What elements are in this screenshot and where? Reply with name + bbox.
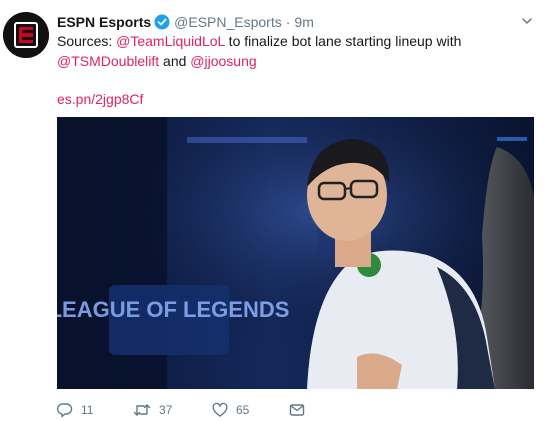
retweet-button[interactable]: 37 <box>133 400 172 420</box>
avatar[interactable] <box>3 12 49 58</box>
retweet-icon <box>133 404 151 416</box>
tweet-link-line: es.pn/2jgp8Cf <box>57 89 143 109</box>
media-photo: LEAGUE OF LEGENDS <box>57 117 534 389</box>
tweet-card[interactable]: ESPN Esports @ESPN_Esports · 9m Sources:… <box>0 0 550 421</box>
chevron-down-icon[interactable] <box>520 14 534 28</box>
verified-badge-icon <box>154 14 170 30</box>
tweet-actions: 11 37 65 <box>57 400 537 420</box>
direct-message-icon <box>289 404 305 416</box>
reply-count: 11 <box>81 403 94 417</box>
tweet-text-line-1: Sources: @TeamLiquidLoL to finalize bot … <box>57 31 537 51</box>
mention-jjoosung[interactable]: @jjoosung <box>190 53 256 69</box>
tweet-header: ESPN Esports @ESPN_Esports · 9m <box>57 12 314 32</box>
short-link[interactable]: es.pn/2jgp8Cf <box>57 91 143 107</box>
author-name[interactable]: ESPN Esports <box>57 14 151 30</box>
reply-button[interactable]: 11 <box>57 400 93 420</box>
tweet-media-photo[interactable]: LEAGUE OF LEGENDS <box>57 117 534 389</box>
like-button[interactable]: 65 <box>212 400 249 420</box>
like-count: 65 <box>236 403 250 417</box>
text-part: Sources: <box>57 33 117 49</box>
mention-tsmdoublelift[interactable]: @TSMDoublelift <box>57 53 159 69</box>
timestamp[interactable]: 9m <box>294 14 313 30</box>
mention-teamliquidlol[interactable]: @TeamLiquidLoL <box>116 33 225 49</box>
direct-message-button[interactable] <box>289 400 305 420</box>
heart-icon <box>212 402 228 417</box>
espn-logo-icon <box>3 12 49 58</box>
media-signage: LEAGUE OF LEGENDS <box>57 297 289 322</box>
separator-dot: · <box>285 14 291 30</box>
reply-icon <box>57 403 73 418</box>
text-part: to finalize bot lane starting lineup wit… <box>224 33 462 49</box>
text-part: and <box>159 53 191 69</box>
retweet-count: 37 <box>159 403 173 417</box>
author-handle[interactable]: @ESPN_Esports <box>174 14 282 30</box>
tweet-text: Sources: @TeamLiquidLoL to finalize bot … <box>57 31 537 71</box>
tweet-text-line-2: @TSMDoublelift and @jjoosung <box>57 51 537 71</box>
